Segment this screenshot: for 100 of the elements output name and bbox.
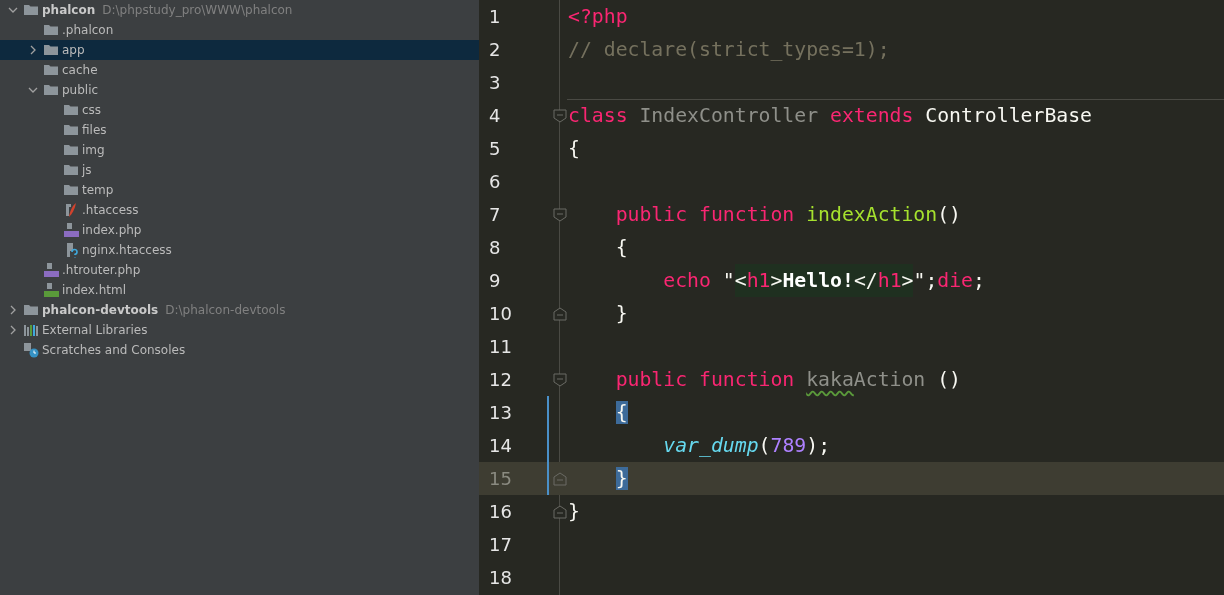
tree-item[interactable]: nginx.htaccess xyxy=(0,240,479,260)
tree-item-label: phalcon xyxy=(42,3,96,17)
line-number: 11 xyxy=(488,336,513,357)
line-number: 5 xyxy=(488,138,502,159)
tree-item-label: css xyxy=(82,103,102,117)
tree-item[interactable]: public xyxy=(0,80,479,100)
tree-item[interactable]: img xyxy=(0,140,479,160)
code-text: () xyxy=(937,203,962,226)
keyword: function xyxy=(698,203,795,226)
folder-icon xyxy=(43,22,59,38)
project-path: D:\phpstudy_pro\WWW\phalcon xyxy=(102,3,293,17)
folder-icon xyxy=(63,122,79,138)
folder-icon xyxy=(43,42,59,58)
tree-item-label: files xyxy=(82,123,107,137)
line-number: 1 xyxy=(488,6,502,27)
tree-item[interactable]: .htrouter.php xyxy=(0,260,479,280)
tree-item[interactable]: .phalcon xyxy=(0,20,479,40)
keyword: function xyxy=(698,368,796,391)
feather-icon xyxy=(63,202,79,218)
code-text: "; xyxy=(913,269,938,292)
tree-item-label: js xyxy=(82,163,92,177)
html-file-icon xyxy=(43,282,59,298)
tree-item-label: .htaccess xyxy=(82,203,139,217)
code-text: { xyxy=(568,137,580,160)
tree-item-label: cache xyxy=(62,63,98,77)
keyword: public xyxy=(614,368,688,391)
line-number: 17 xyxy=(488,534,513,555)
string-text: </ xyxy=(853,264,878,297)
tree-item-label: index.php xyxy=(82,223,142,237)
tree-item[interactable]: Scratches and Consoles xyxy=(0,340,479,360)
keyword: class xyxy=(568,104,628,127)
tree-item[interactable]: app xyxy=(0,40,479,60)
line-number: 7 xyxy=(488,204,502,225)
code-text: } xyxy=(614,302,628,325)
line-number: 4 xyxy=(488,105,502,126)
folder-icon xyxy=(43,82,59,98)
code-text: { xyxy=(614,236,628,259)
tree-item-label: public xyxy=(62,83,99,97)
php-file-icon xyxy=(43,262,59,278)
tree-item-label: nginx.htaccess xyxy=(82,243,172,257)
line-number: 9 xyxy=(488,270,502,291)
code-text: () xyxy=(936,368,962,391)
tree-item-label: Scratches and Consoles xyxy=(42,343,186,357)
tree-item[interactable]: cache xyxy=(0,60,479,80)
line-number: 18 xyxy=(488,567,513,588)
string-text: < xyxy=(734,264,747,297)
code-comment: // declare(strict_types=1); xyxy=(568,38,890,61)
tree-item[interactable]: css xyxy=(0,100,479,120)
tree-item[interactable]: index.php xyxy=(0,220,479,240)
fold-icon[interactable] xyxy=(552,305,568,322)
fold-icon[interactable] xyxy=(552,206,568,223)
tree-item[interactable]: .htaccess xyxy=(0,200,479,220)
line-number: 14 xyxy=(488,435,513,456)
keyword: extends xyxy=(830,104,914,127)
tree-item-label: index.html xyxy=(62,283,126,297)
php-file-icon xyxy=(63,222,79,238)
line-number: 2 xyxy=(488,39,502,60)
tree-item[interactable]: temp xyxy=(0,180,479,200)
function-call: var_dump xyxy=(662,434,759,457)
code-text: } xyxy=(568,500,580,523)
fold-icon[interactable] xyxy=(552,503,568,520)
tree-item-label: .htrouter.php xyxy=(62,263,141,277)
tree-item-label: External Libraries xyxy=(42,323,148,337)
matched-brace: { xyxy=(614,400,628,426)
function-name: indexAction xyxy=(805,203,938,226)
keyword: die xyxy=(937,269,974,292)
string-text: Hello! xyxy=(782,264,854,297)
tree-item[interactable]: index.html xyxy=(0,280,479,300)
folder-icon xyxy=(63,162,79,178)
fold-icon[interactable] xyxy=(552,470,568,487)
folder-icon xyxy=(63,102,79,118)
keyword: echo xyxy=(662,269,711,292)
keyword: <?php xyxy=(568,5,628,28)
tree-item-label: app xyxy=(62,43,85,57)
tree-item[interactable]: js xyxy=(0,160,479,180)
folder-icon xyxy=(63,142,79,158)
tree-item-label: .phalcon xyxy=(62,23,114,37)
folder-icon xyxy=(63,182,79,198)
line-number: 6 xyxy=(488,171,502,192)
fold-icon[interactable] xyxy=(552,107,568,124)
class-name: IndexController xyxy=(638,104,820,127)
matched-brace: } xyxy=(614,466,628,492)
code-text: ; xyxy=(973,269,985,292)
keyword: public xyxy=(614,203,688,226)
tree-item[interactable]: files xyxy=(0,120,479,140)
line-number: 16 xyxy=(488,501,513,522)
tree-item[interactable]: phalcon D:\phpstudy_pro\WWW\phalcon xyxy=(0,0,479,20)
fold-icon[interactable] xyxy=(552,371,568,388)
tree-item-label: temp xyxy=(82,183,114,197)
tree-item[interactable]: External Libraries xyxy=(0,320,479,340)
line-number: 10 xyxy=(488,303,513,324)
number-literal: 789 xyxy=(770,434,807,457)
folder-icon xyxy=(43,62,59,78)
code-text: ); xyxy=(806,434,831,457)
line-number: 15 xyxy=(488,468,513,489)
folder-icon xyxy=(23,2,39,18)
tree-item-label: img xyxy=(82,143,105,157)
folder-icon xyxy=(23,302,39,318)
tree-item[interactable]: phalcon-devtools D:\phalcon-devtools xyxy=(0,300,479,320)
line-number: 8 xyxy=(488,237,502,258)
